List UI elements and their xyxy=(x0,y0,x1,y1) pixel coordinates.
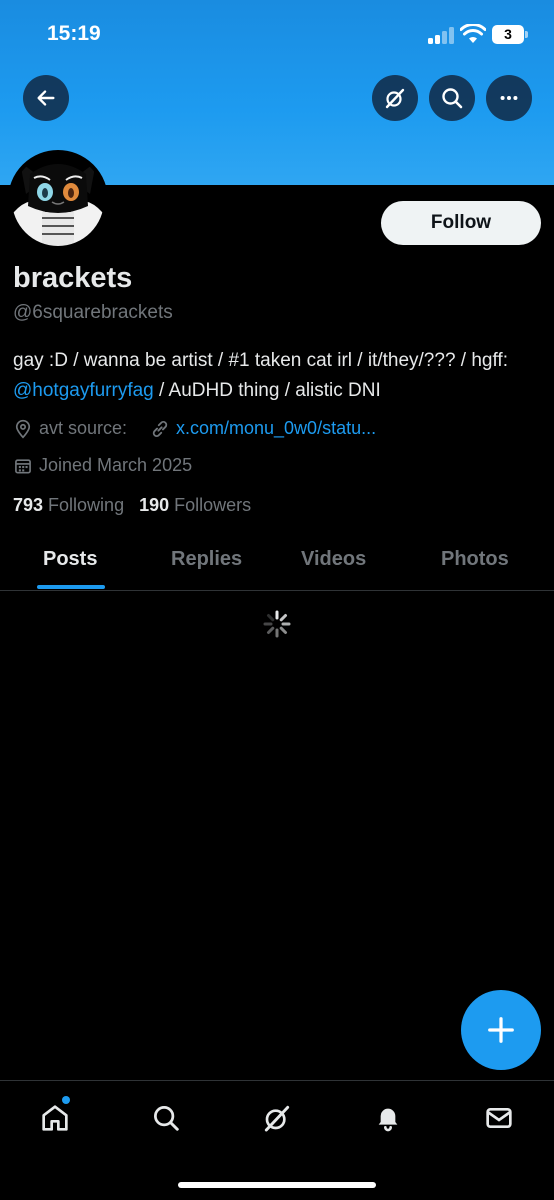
wifi-icon xyxy=(460,24,486,43)
follow-stats: 793 Following 190 Followers xyxy=(13,495,266,516)
search-icon xyxy=(154,1106,179,1131)
nav-grok[interactable] xyxy=(260,1101,294,1135)
profile-joined-date: Joined March 2025 xyxy=(13,455,192,476)
avatar-cat-image xyxy=(12,154,104,246)
status-time: 15:19 xyxy=(47,22,101,45)
home-icon xyxy=(42,1105,68,1131)
following-link[interactable]: 793 Following xyxy=(13,495,124,516)
tab-replies[interactable]: Replies xyxy=(171,548,242,571)
cellular-signal-icon xyxy=(428,26,456,44)
more-button[interactable] xyxy=(486,75,532,121)
back-button[interactable] xyxy=(23,75,69,121)
grok-button[interactable] xyxy=(372,75,418,121)
following-count: 793 xyxy=(13,495,44,515)
joined-text: Joined March 2025 xyxy=(39,455,193,475)
search-button[interactable] xyxy=(429,75,475,121)
followers-label: Followers xyxy=(174,495,252,515)
profile-tabs: Posts Replies Videos Photos xyxy=(0,530,554,591)
tab-photos[interactable]: Photos xyxy=(441,548,509,571)
profile-bio: gay :D / wanna be artist / #1 taken cat … xyxy=(13,346,543,406)
location-pin-icon xyxy=(13,419,33,439)
tab-posts[interactable]: Posts xyxy=(43,548,97,571)
profile-website-link[interactable]: x.com/monu_0w0/statu... xyxy=(150,418,376,439)
status-bar: 15:19 3 xyxy=(0,0,554,70)
following-label: Following xyxy=(48,495,125,515)
nav-home[interactable] xyxy=(38,1101,72,1135)
loading-spinner-icon xyxy=(263,610,291,638)
avatar[interactable] xyxy=(8,150,108,250)
battery-icon: 3 xyxy=(492,25,528,44)
more-horizontal-icon xyxy=(500,95,518,101)
plus-icon xyxy=(488,1017,514,1043)
grok-icon xyxy=(264,1105,290,1132)
home-notification-dot xyxy=(62,1096,70,1104)
compose-post-button[interactable] xyxy=(461,990,541,1070)
calendar-icon xyxy=(13,456,33,476)
link-icon xyxy=(150,419,170,439)
bio-text: gay :D / wanna be artist / #1 taken cat … xyxy=(13,350,508,371)
notifications-icon xyxy=(378,1108,398,1132)
display-name: brackets xyxy=(13,262,133,294)
website-text: x.com/monu_0w0/statu... xyxy=(176,418,377,438)
arrow-left-icon xyxy=(37,90,55,106)
nav-messages[interactable] xyxy=(482,1101,516,1135)
home-indicator xyxy=(178,1182,376,1188)
user-handle: @6squarebrackets xyxy=(13,302,173,323)
bottom-navigation xyxy=(0,1080,554,1200)
nav-notifications[interactable] xyxy=(371,1101,405,1135)
followers-link[interactable]: 190 Followers xyxy=(139,495,251,516)
messages-icon xyxy=(486,1108,512,1128)
active-tab-indicator xyxy=(37,585,105,589)
followers-count: 190 xyxy=(139,495,170,515)
battery-level: 3 xyxy=(492,25,524,44)
follow-button[interactable]: Follow xyxy=(381,201,541,245)
tab-videos[interactable]: Videos xyxy=(301,548,366,571)
profile-location: avt source: xyxy=(13,418,127,439)
location-text: avt source: xyxy=(39,418,128,438)
bio-text-end: / AuDHD thing / alistic DNI xyxy=(153,380,381,401)
search-icon xyxy=(442,88,463,109)
bio-mention-link[interactable]: @hotgayfurryfag xyxy=(13,380,154,401)
grok-icon xyxy=(385,88,405,109)
nav-search[interactable] xyxy=(149,1101,183,1135)
